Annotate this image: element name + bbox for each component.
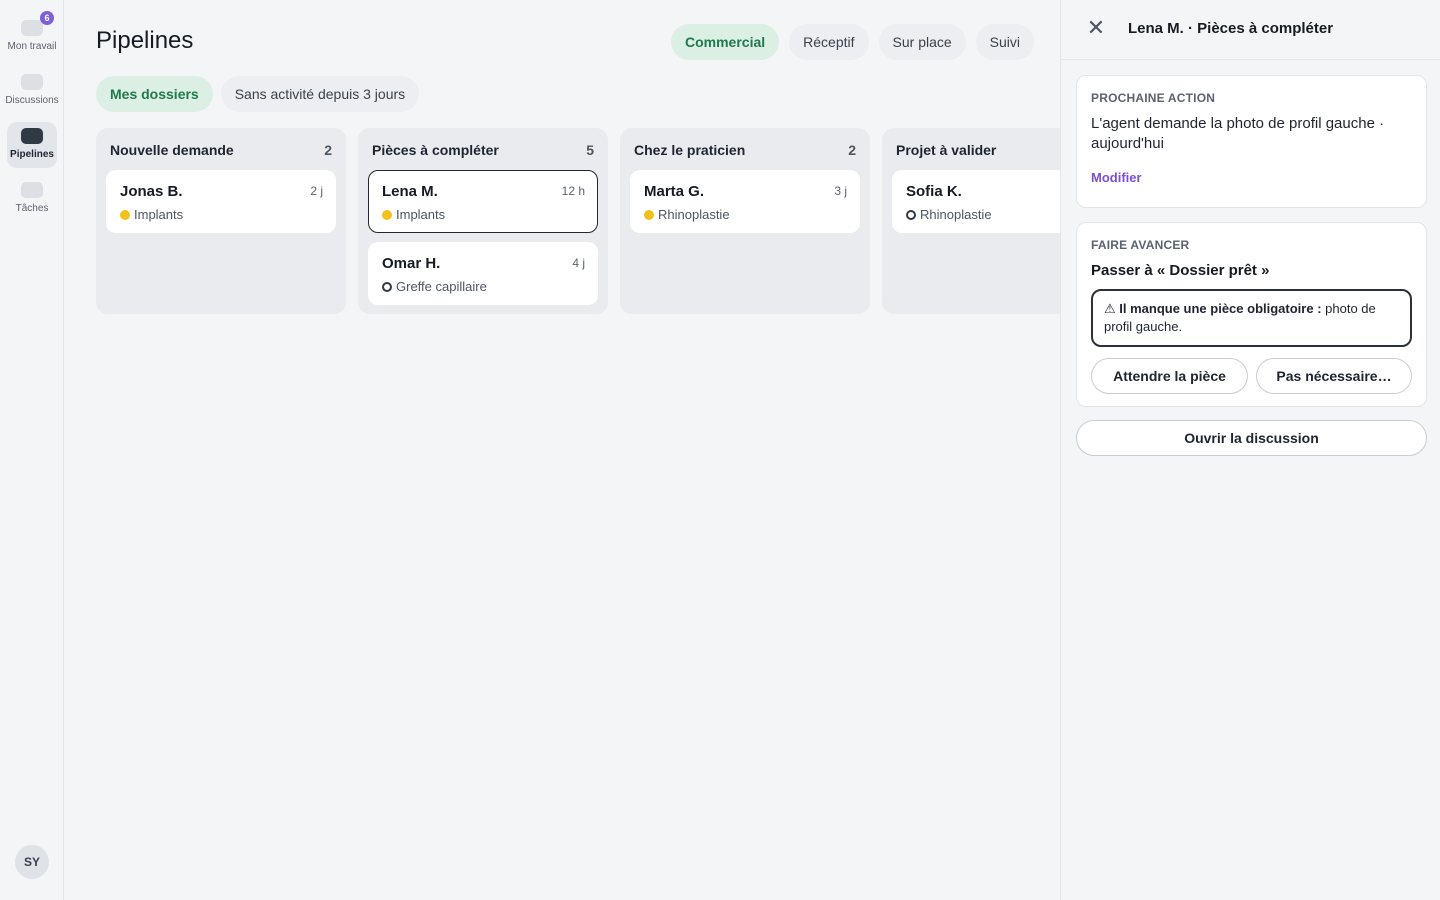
card-age: 3 j <box>834 184 847 198</box>
pipeline-tabs: Commercial Réceptif Sur place Suivi <box>671 24 1035 60</box>
tasks-icon <box>21 182 43 198</box>
card-tag-label: Rhinoplastie <box>658 207 730 222</box>
modify-link[interactable]: Modifier <box>1091 170 1142 185</box>
card-name: Marta G. <box>644 183 705 200</box>
column-title: Nouvelle demande <box>110 142 234 158</box>
rail-item-discussions[interactable]: Discussions <box>5 68 59 114</box>
not-needed-button[interactable]: Pas nécessaire… <box>1256 358 1412 394</box>
warning-title: ⚠ Il manque une pièce obligatoire : <box>1104 301 1322 316</box>
user-avatar[interactable]: SY <box>15 845 49 879</box>
rail-item-label: Tâches <box>15 203 49 214</box>
dossier-card-sofia[interactable]: Sofia K. Rhinoplastie <box>892 170 1060 233</box>
column-count: 2 <box>324 142 332 158</box>
app: 6 Mon travail Discussions Pipelines Tâch… <box>0 0 1440 900</box>
card-tag-label: Rhinoplastie <box>920 207 992 222</box>
rail-item-pipelines[interactable]: Pipelines <box>7 122 57 168</box>
advance-card: FAIRE AVANCER Passer à « Dossier prêt » … <box>1076 222 1427 407</box>
dossier-card-omar[interactable]: Omar H. 4 j Greffe capillaire <box>368 242 598 305</box>
column-count: 2 <box>848 142 856 158</box>
column-projet-a-valider: Projet à valider Sofia K. Rhinoplastie <box>882 128 1060 314</box>
column-chez-le-praticien: Chez le praticien 2 Marta G. 3 j Rhinopl… <box>620 128 870 314</box>
tab-sur-place[interactable]: Sur place <box>878 24 966 60</box>
card-tag-label: Implants <box>396 207 446 222</box>
column-title: Projet à valider <box>896 142 997 158</box>
tab-receptif[interactable]: Réceptif <box>789 24 869 60</box>
column-title: Chez le praticien <box>634 142 746 158</box>
left-rail: 6 Mon travail Discussions Pipelines Tâch… <box>0 0 64 900</box>
status-ring-icon <box>906 209 916 220</box>
dossier-detail-panel: ✕ Lena M. · Pièces à compléter PROCHAINE… <box>1060 0 1440 900</box>
page-title: Pipelines <box>96 27 194 54</box>
card-name: Lena M. <box>382 183 438 200</box>
dossier-card-lena[interactable]: Lena M. 12 h Implants <box>368 170 598 233</box>
panel-header: ✕ Lena M. · Pièces à compléter <box>1061 0 1440 60</box>
dossier-card-marta[interactable]: Marta G. 3 j Rhinoplastie <box>630 170 860 233</box>
panel-title: Lena M. · Pièces à compléter <box>1128 20 1334 37</box>
status-ring-icon <box>382 281 392 292</box>
next-action-card: PROCHAINE ACTION L'agent demande la phot… <box>1076 75 1427 208</box>
column-nouvelle-demande: Nouvelle demande 2 Jonas B. 2 j Implants <box>96 128 346 314</box>
status-dot-icon <box>382 209 392 220</box>
next-action-text: L'agent demande la photo de profil gauch… <box>1091 115 1385 152</box>
rail-item-label: Mon travail <box>7 41 57 52</box>
card-tag: Greffe capillaire <box>382 279 487 294</box>
filter-chips: Mes dossiers Sans activité depuis 3 jour… <box>96 76 420 112</box>
open-discussion-button[interactable]: Ouvrir la discussion <box>1076 420 1427 456</box>
advance-actions: Attendre la pièce Pas nécessaire… <box>1091 358 1412 394</box>
close-icon[interactable]: ✕ <box>1085 17 1107 39</box>
missing-document-warning: ⚠ Il manque une pièce obligatoire : phot… <box>1091 289 1412 347</box>
card-age: 4 j <box>572 256 585 270</box>
rail-item-label: Pipelines <box>10 149 54 160</box>
kanban-board: Nouvelle demande 2 Jonas B. 2 j Implants… <box>96 128 1060 318</box>
card-tag-label: Greffe capillaire <box>396 279 487 294</box>
card-tag-label: Implants <box>134 207 184 222</box>
status-dot-icon <box>120 209 130 220</box>
tab-commercial[interactable]: Commercial <box>671 24 780 60</box>
column-pieces-a-completer: Pièces à compléter 5 Lena M. 12 h Implan… <box>358 128 608 314</box>
section-label: FAIRE AVANCER <box>1091 238 1190 252</box>
column-count: 5 <box>586 142 594 158</box>
chat-icon <box>21 74 43 90</box>
rail-item-label: Discussions <box>5 95 59 106</box>
column-title: Pièces à compléter <box>372 142 499 158</box>
filter-mes-dossiers[interactable]: Mes dossiers <box>96 76 213 112</box>
notification-badge: 6 <box>40 11 54 25</box>
advance-target-title: Passer à « Dossier prêt » <box>1091 262 1270 279</box>
status-dot-icon <box>644 209 654 220</box>
work-icon <box>21 20 43 36</box>
card-name: Sofia K. <box>906 183 962 200</box>
card-age: 12 h <box>561 184 585 198</box>
dossier-card-jonas[interactable]: Jonas B. 2 j Implants <box>106 170 336 233</box>
tab-suivi[interactable]: Suivi <box>975 24 1035 60</box>
card-tag: Rhinoplastie <box>644 207 730 222</box>
rail-item-mon-travail[interactable]: 6 Mon travail <box>7 11 57 60</box>
card-age: 2 j <box>310 184 323 198</box>
card-tag: Implants <box>382 207 445 222</box>
card-tag: Implants <box>120 207 183 222</box>
card-tag: Rhinoplastie <box>906 207 992 222</box>
card-name: Jonas B. <box>120 183 183 200</box>
wait-document-button[interactable]: Attendre la pièce <box>1091 358 1248 394</box>
section-label: PROCHAINE ACTION <box>1091 91 1216 105</box>
filter-sans-activite[interactable]: Sans activité depuis 3 jours <box>220 76 420 112</box>
rail-item-taches[interactable]: Tâches <box>7 176 57 222</box>
card-name: Omar H. <box>382 255 441 272</box>
pipeline-icon <box>21 128 43 144</box>
